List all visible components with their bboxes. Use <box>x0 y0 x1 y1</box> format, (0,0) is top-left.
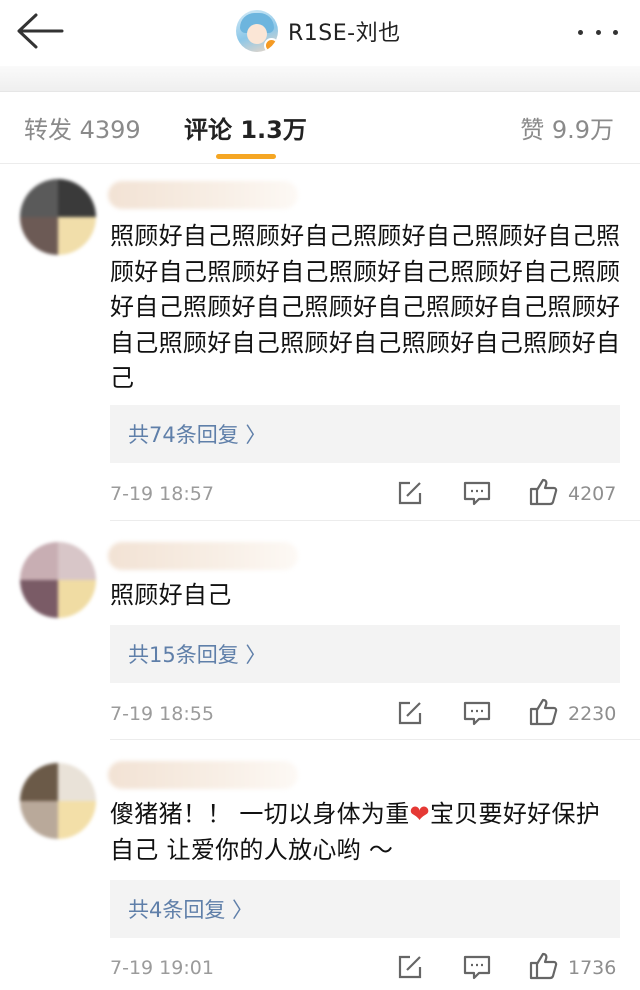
active-tab-indicator <box>216 154 276 159</box>
thumbs-up-icon <box>529 698 558 726</box>
like-button[interactable] <box>528 697 558 727</box>
commenter-name-blurred[interactable] <box>108 761 298 789</box>
replies-button[interactable]: 共4条回复 〉 <box>110 880 620 938</box>
tab-reposts[interactable]: 转发 4399 <box>24 110 141 145</box>
edit-icon <box>398 701 422 725</box>
repost-button[interactable] <box>396 479 424 507</box>
commenter-avatar[interactable] <box>20 763 96 839</box>
comment-text: 照顾好自己 <box>110 581 232 609</box>
commenter-name-blurred[interactable] <box>108 542 298 570</box>
header-separator <box>0 66 640 92</box>
avatar[interactable] <box>236 10 278 52</box>
more-dots-icon <box>578 29 583 35</box>
replies-count: 共4条回复 〉 <box>128 898 254 922</box>
comment-item: 傻猪猪！！ 一切以身体为重❤宝贝要好好保护自己 让爱你的人放心哟 ～ 共4条回复… <box>0 741 640 990</box>
top-nav-bar: R1SE-刘也 <box>0 0 640 66</box>
repost-button[interactable] <box>396 953 424 981</box>
replies-count: 共74条回复 〉 <box>128 423 267 447</box>
page-title: R1SE-刘也 <box>288 21 401 46</box>
tab-comments[interactable]: 评论 1.3万 <box>184 110 307 145</box>
back-arrow-icon <box>17 13 64 49</box>
profile-title[interactable]: R1SE-刘也 <box>236 8 401 54</box>
reply-button[interactable] <box>462 699 492 727</box>
like-count: 2230 <box>568 703 617 725</box>
edit-icon <box>398 481 422 505</box>
comment-icon <box>463 701 491 726</box>
replies-button[interactable]: 共74条回复 〉 <box>110 405 620 463</box>
comment-time: 7-19 18:57 <box>110 483 214 505</box>
like-count: 4207 <box>568 483 617 505</box>
divider <box>110 520 640 521</box>
comment-time: 7-19 18:55 <box>110 703 214 725</box>
edit-icon <box>398 955 422 979</box>
commenter-avatar[interactable] <box>20 179 96 255</box>
comment-item: 照顾好自己照顾好自己照顾好自己照顾好自己照顾好自己照顾好自己照顾好自己照顾好自己… <box>0 165 640 521</box>
comment-icon <box>463 955 491 980</box>
commenter-avatar[interactable] <box>20 542 96 618</box>
verified-badge-icon <box>264 38 278 52</box>
comment-icon <box>463 481 491 506</box>
reply-button[interactable] <box>462 479 492 507</box>
reply-button[interactable] <box>462 953 492 981</box>
like-button[interactable] <box>528 477 558 507</box>
more-button[interactable] <box>578 20 618 44</box>
tab-bar: 转发 4399 评论 1.3万 赞 9.9万 <box>0 92 640 164</box>
replies-button[interactable]: 共15条回复 〉 <box>110 625 620 683</box>
thumbs-up-icon <box>529 952 558 980</box>
back-button[interactable] <box>14 10 66 52</box>
tab-likes[interactable]: 赞 9.9万 <box>520 110 614 145</box>
divider <box>110 739 640 740</box>
comment-item: 照顾好自己 共15条回复 〉 7-19 18:55 2230 <box>0 522 640 740</box>
repost-button[interactable] <box>396 699 424 727</box>
replies-count: 共15条回复 〉 <box>128 643 267 667</box>
commenter-name-blurred[interactable] <box>108 181 298 209</box>
heart-icon: ❤ <box>409 800 430 828</box>
thumbs-up-icon <box>529 478 558 506</box>
like-count: 1736 <box>568 957 617 979</box>
comment-text: 照顾好自己照顾好自己照顾好自己照顾好自己照顾好自己照顾好自己照顾好自己照顾好自己… <box>110 222 621 392</box>
comment-text: 傻猪猪！！ 一切以身体为重❤宝贝要好好保护自己 让爱你的人放心哟 ～ <box>110 800 601 864</box>
comment-time: 7-19 19:01 <box>110 957 214 979</box>
like-button[interactable] <box>528 951 558 981</box>
